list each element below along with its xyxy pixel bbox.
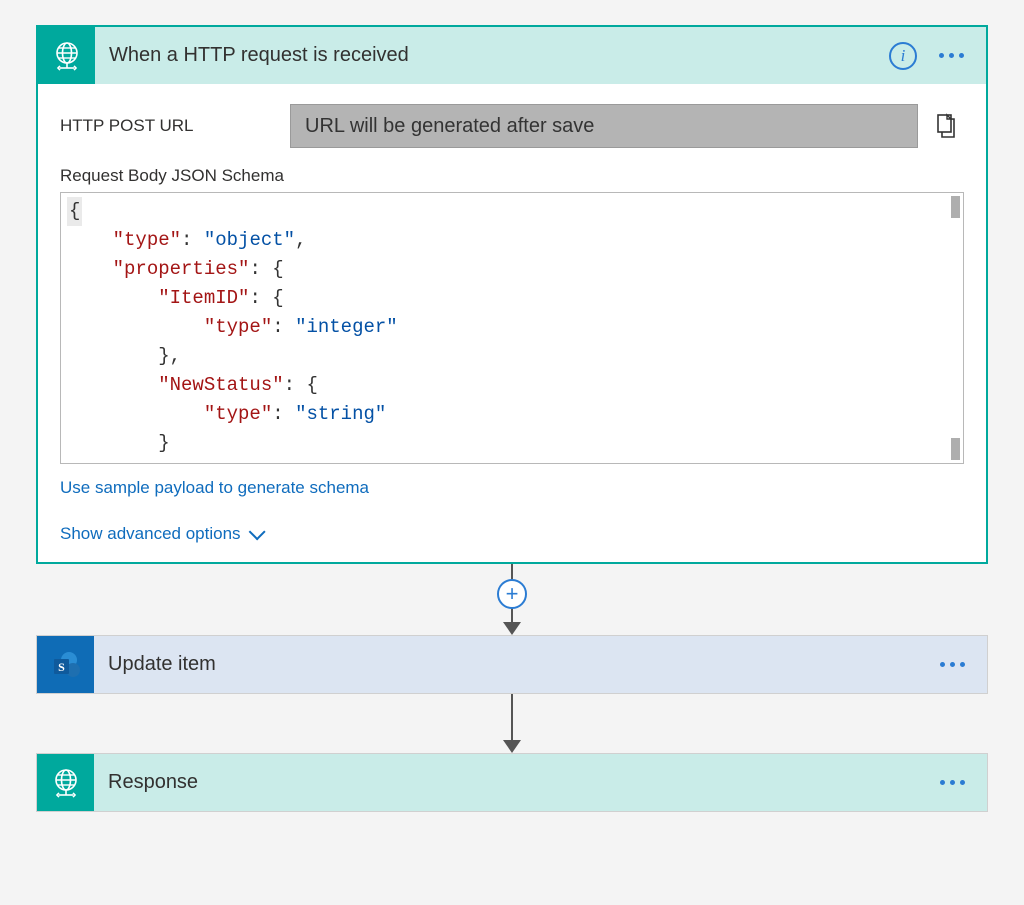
trigger-title: When a HTTP request is received: [95, 44, 889, 67]
update-item-title: Update item: [94, 653, 936, 676]
svg-text:S: S: [58, 660, 65, 674]
copy-url-button[interactable]: [928, 113, 964, 139]
sample-payload-link[interactable]: Use sample payload to generate schema: [60, 478, 369, 498]
scrollbar-icon[interactable]: [951, 196, 960, 218]
schema-label: Request Body JSON Schema: [60, 166, 964, 186]
arrow-down-icon: [503, 622, 521, 635]
trigger-header[interactable]: When a HTTP request is received i: [38, 27, 986, 84]
advanced-options-label: Show advanced options: [60, 524, 241, 544]
more-menu-icon[interactable]: [936, 656, 969, 673]
http-post-url-label: HTTP POST URL: [60, 116, 290, 136]
http-globe-icon: [38, 27, 95, 84]
trigger-body: HTTP POST URL URL will be generated afte…: [38, 84, 986, 562]
more-menu-icon[interactable]: [935, 47, 968, 64]
response-title: Response: [94, 771, 936, 794]
scrollbar-icon[interactable]: [951, 438, 960, 460]
update-item-header[interactable]: S Update item: [37, 636, 987, 693]
response-header[interactable]: Response: [37, 754, 987, 811]
more-menu-icon[interactable]: [936, 774, 969, 791]
arrow-down-icon: [503, 740, 521, 753]
connector: [36, 694, 988, 753]
info-icon[interactable]: i: [889, 42, 917, 70]
chevron-down-icon: [248, 523, 265, 540]
http-globe-icon: [37, 754, 94, 811]
connector: +: [36, 564, 988, 635]
schema-editor[interactable]: { "type": "object", "properties": { "Ite…: [60, 192, 964, 464]
response-card[interactable]: Response: [36, 753, 988, 812]
update-item-card[interactable]: S Update item: [36, 635, 988, 694]
show-advanced-options-link[interactable]: Show advanced options: [60, 524, 261, 544]
http-post-url-placeholder: URL will be generated after save: [305, 115, 594, 138]
add-step-button[interactable]: +: [497, 579, 527, 609]
trigger-http-request-card: When a HTTP request is received i HTTP P…: [36, 25, 988, 564]
http-post-url-field: URL will be generated after save: [290, 104, 918, 148]
sharepoint-icon: S: [37, 636, 94, 693]
